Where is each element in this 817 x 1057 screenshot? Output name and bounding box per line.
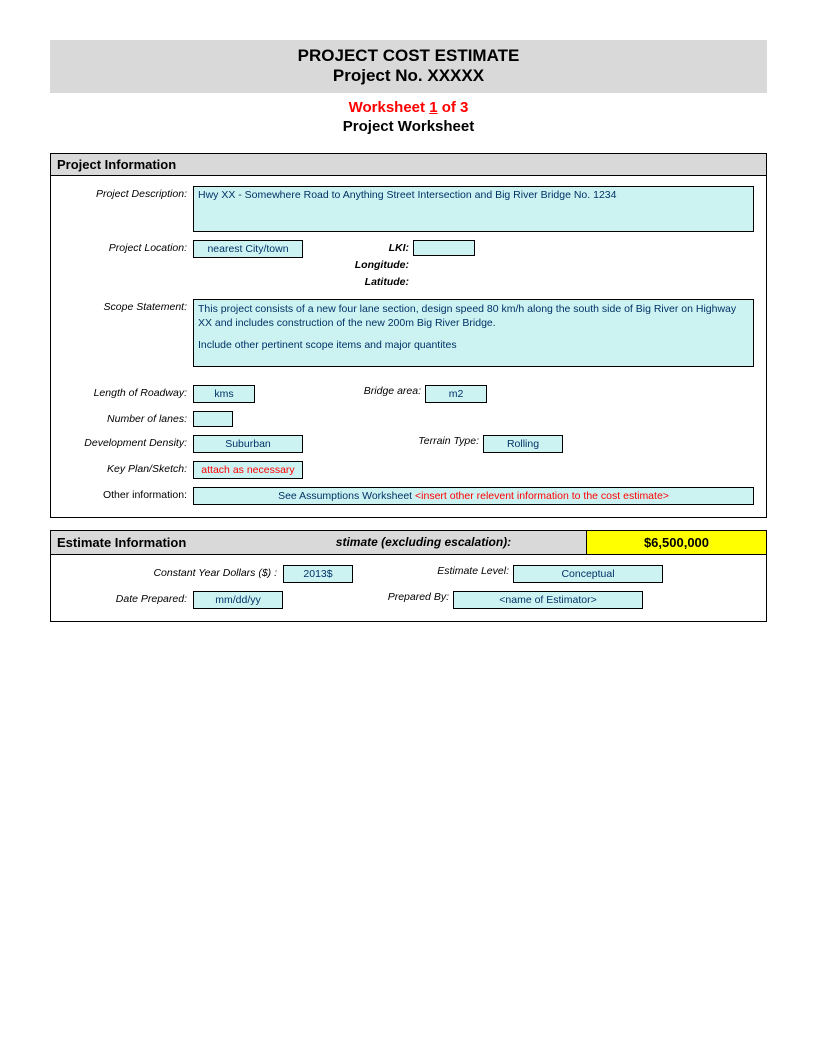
label-keyplan: Key Plan/Sketch: <box>63 461 193 475</box>
field-scope[interactable]: This project consists of a new four lane… <box>193 299 754 367</box>
project-information-section: Project Information Project Description:… <box>50 153 767 518</box>
worksheet-title: Project Worksheet <box>50 118 767 135</box>
label-latitude: Latitude: <box>333 276 413 288</box>
field-length[interactable]: kms <box>193 385 255 403</box>
field-other[interactable]: See Assumptions Worksheet <insert other … <box>193 487 754 505</box>
estimate-subtitle: stimate (excluding escalation): <box>261 531 586 554</box>
estimate-info-header: Estimate Information <box>51 531 261 554</box>
estimate-information-section: Estimate Information stimate (excluding … <box>50 530 767 622</box>
field-description[interactable]: Hwy XX - Somewhere Road to Anything Stre… <box>193 186 754 232</box>
field-location[interactable]: nearest City/town <box>193 240 303 258</box>
field-longitude <box>413 257 475 273</box>
label-other: Other information: <box>63 487 193 501</box>
title-banner: PROJECT COST ESTIMATE Project No. XXXXX <box>50 40 767 93</box>
label-prepared-by: Prepared By: <box>353 591 453 603</box>
label-estimate-level: Estimate Level: <box>413 565 513 577</box>
label-length: Length of Roadway: <box>63 385 193 399</box>
label-date-prepared: Date Prepared: <box>63 591 193 605</box>
field-constant-year[interactable]: 2013$ <box>283 565 353 583</box>
label-constant-year: Constant Year Dollars ($) : <box>123 565 283 579</box>
field-lki[interactable] <box>413 240 475 256</box>
label-longitude: Longitude: <box>333 259 413 271</box>
label-terrain: Terrain Type: <box>393 435 483 447</box>
field-bridge-area[interactable]: m2 <box>425 385 487 403</box>
label-lki: LKI: <box>333 242 413 254</box>
label-location: Project Location: <box>63 240 193 254</box>
label-lanes: Number of lanes: <box>63 411 193 425</box>
field-estimate-level[interactable]: Conceptual <box>513 565 663 583</box>
field-lanes[interactable] <box>193 411 233 427</box>
estimate-amount: $6,500,000 <box>586 531 766 554</box>
label-description: Project Description: <box>63 186 193 200</box>
field-terrain[interactable]: Rolling <box>483 435 563 453</box>
field-keyplan[interactable]: attach as necessary <box>193 461 303 479</box>
label-density: Development Density: <box>63 435 193 449</box>
field-latitude <box>413 274 475 290</box>
project-info-header: Project Information <box>51 154 766 176</box>
label-scope: Scope Statement: <box>63 299 193 313</box>
field-density[interactable]: Suburban <box>193 435 303 453</box>
label-bridge-area: Bridge area: <box>345 385 425 397</box>
field-prepared-by[interactable]: <name of Estimator> <box>453 591 643 609</box>
field-date-prepared[interactable]: mm/dd/yy <box>193 591 283 609</box>
title-line2: Project No. XXXXX <box>50 66 767 86</box>
title-line1: PROJECT COST ESTIMATE <box>50 46 767 66</box>
worksheet-number: Worksheet 1 of 3 <box>50 99 767 116</box>
